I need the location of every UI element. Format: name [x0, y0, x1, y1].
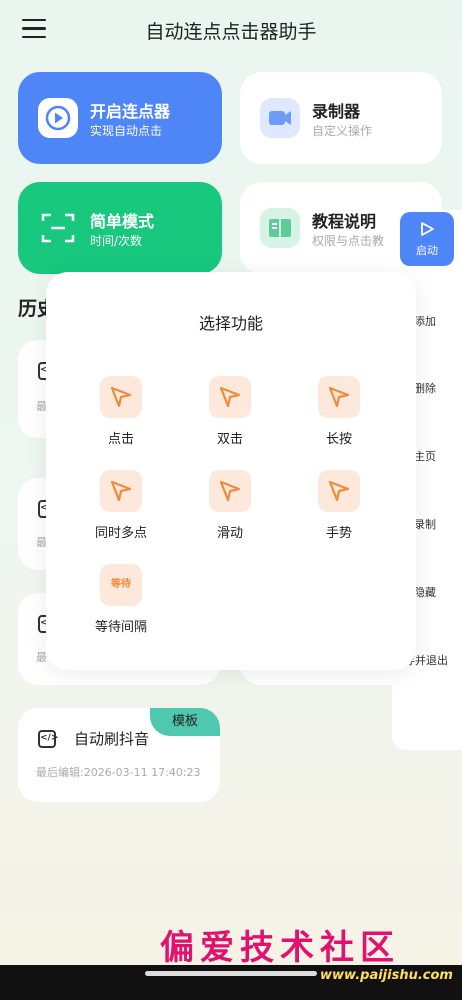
double-click-cursor-icon — [209, 376, 251, 418]
simple-mode-subtitle: 时间/次数 — [90, 234, 143, 248]
scan-frame-icon — [38, 208, 78, 248]
add-button[interactable]: 添加 — [414, 313, 436, 329]
function-wait-interval[interactable]: 等待 等待间隔 — [76, 564, 166, 635]
function-multi-point[interactable]: 同时多点 — [76, 470, 166, 541]
code-icon: </> — [38, 730, 58, 748]
watermark-url: www.paijishu.com — [320, 968, 453, 983]
home-indicator[interactable] — [145, 971, 317, 976]
click-cursor-icon — [100, 376, 142, 418]
simple-mode-card[interactable]: 简单模式 时间/次数 — [18, 182, 222, 274]
home-button[interactable]: 主页 — [414, 448, 436, 464]
select-function-dialog: 选择功能 点击 双击 长按 同时多点 滑动 手势 等待 等待间隔 — [46, 272, 416, 670]
record-button[interactable]: 录制 — [414, 516, 436, 532]
gesture-cursor-icon — [318, 470, 360, 512]
function-gesture[interactable]: 手势 — [294, 470, 384, 541]
history-item-name: 自动刷抖音 — [74, 730, 150, 748]
autoclick-card[interactable]: 开启连点器 实现自动点击 — [18, 72, 222, 164]
autoclick-title: 开启连点器 — [90, 102, 171, 121]
play-icon — [421, 222, 434, 236]
dialog-title: 选择功能 — [198, 314, 263, 333]
function-label: 双击 — [216, 432, 243, 447]
autoclick-subtitle: 实现自动点击 — [90, 124, 163, 138]
start-label: 启动 — [416, 244, 438, 257]
start-button[interactable]: 启动 — [400, 212, 454, 266]
function-double-click[interactable]: 双击 — [185, 376, 275, 447]
book-icon — [260, 208, 300, 248]
function-label: 滑动 — [216, 526, 243, 541]
function-label: 同时多点 — [94, 526, 147, 541]
top-bar: 自动连点点击器助手 — [0, 0, 462, 60]
tutorial-title: 教程说明 — [312, 212, 377, 231]
watermark-text: 偏爱技术社区 — [160, 928, 400, 968]
app-title: 自动连点点击器助手 — [145, 21, 317, 43]
function-label: 点击 — [107, 432, 134, 447]
play-icon — [38, 98, 78, 138]
function-swipe[interactable]: 滑动 — [185, 470, 275, 541]
function-label: 长按 — [325, 432, 352, 447]
tutorial-subtitle: 权限与点击教 — [312, 234, 385, 248]
function-label: 手势 — [325, 526, 352, 541]
recorder-subtitle: 自定义操作 — [312, 124, 373, 138]
recorder-title: 录制器 — [312, 102, 361, 121]
swipe-cursor-icon — [209, 470, 251, 512]
simple-mode-title: 简单模式 — [90, 212, 155, 231]
video-camera-icon — [260, 98, 300, 138]
function-click[interactable]: 点击 — [76, 376, 166, 447]
template-badge: 模板 — [150, 708, 220, 736]
multi-point-cursor-icon — [100, 470, 142, 512]
hide-button[interactable]: 隐藏 — [414, 584, 436, 600]
function-label: 等待间隔 — [94, 620, 147, 635]
function-long-press[interactable]: 长按 — [294, 376, 384, 447]
history-item-last-edit: 最后编辑:2026-03-11 17:40:23 — [36, 766, 201, 779]
recorder-card[interactable]: 录制器 自定义操作 — [240, 72, 442, 164]
long-press-cursor-icon — [318, 376, 360, 418]
wait-icon: 等待 — [100, 564, 142, 606]
delete-button[interactable]: 删除 — [414, 380, 436, 396]
